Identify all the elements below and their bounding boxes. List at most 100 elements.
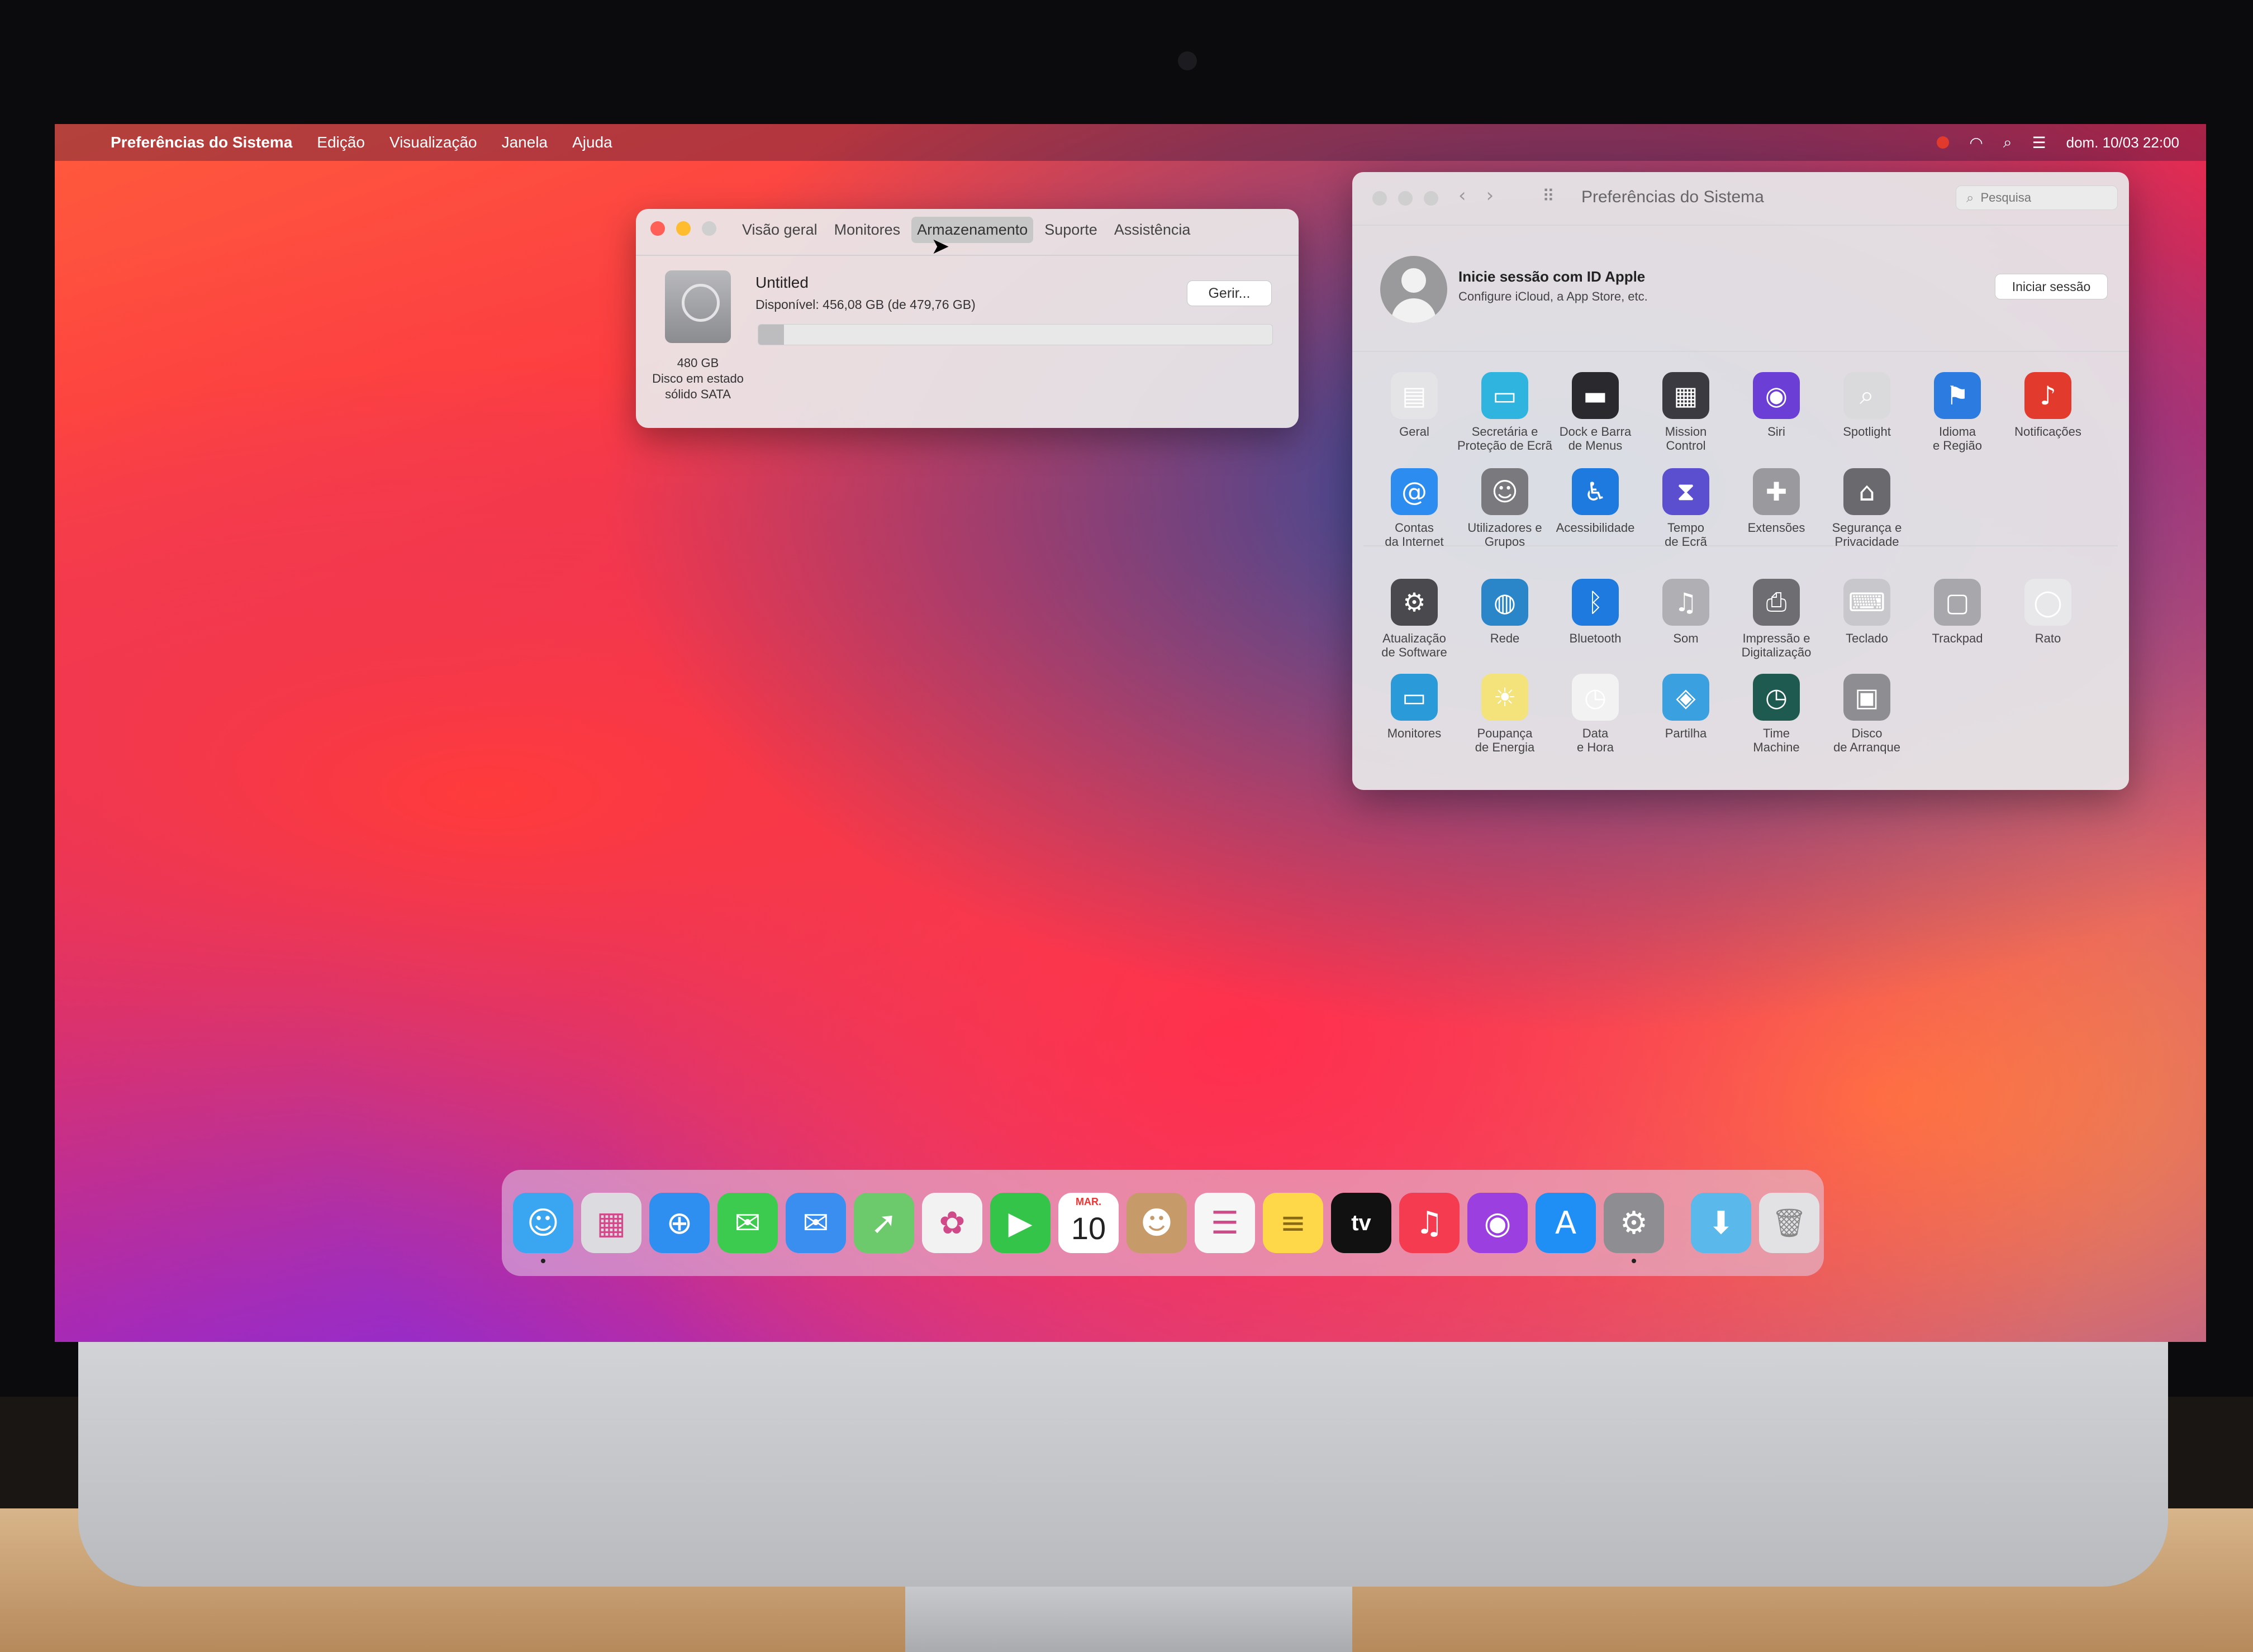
pane-sharing[interactable]: ◈ Partilha (1638, 674, 1733, 740)
pane-label: Acessibilidade (1556, 521, 1635, 535)
menu-help[interactable]: Ajuda (572, 134, 612, 151)
pane-accessibility[interactable]: ♿ Acessibilidade (1548, 468, 1643, 535)
pane-bluetooth[interactable]: ᛒ Bluetooth (1548, 579, 1643, 645)
pane-users-groups[interactable]: ☺ Utilizadores e Grupos (1457, 468, 1552, 549)
pane-dock-menubar[interactable]: ▬ Dock e Barra de Menus (1548, 372, 1643, 453)
tab-overview[interactable]: Visão geral (736, 217, 823, 243)
facetime-icon[interactable]: ▶ (990, 1193, 1051, 1253)
pane-security-privacy[interactable]: ⌂ Segurança e Privacidade (1819, 468, 1914, 549)
podcasts-icon[interactable]: ◉ (1467, 1193, 1528, 1253)
menu-view[interactable]: Visualização (389, 134, 477, 151)
apple-id-subtitle: Configure iCloud, a App Store, etc. (1458, 289, 1648, 303)
pane-mouse[interactable]: ◯ Rato (2000, 579, 2095, 645)
pane-notifications[interactable]: ♪ Notificações (2000, 372, 2095, 439)
finder-icon[interactable]: ☺ (513, 1193, 573, 1263)
pane-internet-accounts[interactable]: @ Contas da Internet (1367, 468, 1462, 549)
pane-label: Siri (1767, 425, 1785, 439)
system-preferences-icon[interactable]: ⚙ (1604, 1193, 1664, 1263)
tab-displays[interactable]: Monitores (829, 217, 906, 243)
show-all-grid-icon[interactable]: ⠿ (1542, 187, 1555, 206)
forward-chevron-icon[interactable]: › (1486, 184, 1494, 207)
launchpad-icon[interactable]: ▦ (581, 1193, 641, 1253)
pane-label: Tempo de Ecrã (1665, 521, 1707, 549)
minimize-button[interactable] (676, 221, 691, 236)
pane-keyboard[interactable]: ⌨ Teclado (1819, 579, 1914, 645)
photos-icon[interactable]: ✿ (922, 1193, 982, 1253)
pane-network[interactable]: ◍ Rede (1457, 579, 1552, 645)
close-button[interactable] (650, 221, 665, 236)
drive-type-line1: Disco em estado (652, 372, 744, 385)
pane-trackpad[interactable]: ▢ Trackpad (1910, 579, 2005, 645)
pane-label: Atualização de Software (1381, 631, 1447, 659)
downloads-folder-icon[interactable]: ⬇ (1691, 1193, 1751, 1253)
back-chevron-icon[interactable]: ‹ (1458, 184, 1466, 207)
search-field[interactable]: ⌕ (1956, 185, 2118, 210)
menu-edit[interactable]: Edição (317, 134, 365, 151)
sign-in-button[interactable]: Iniciar sessão (1995, 274, 2108, 299)
pane-energy-saver[interactable]: ☀ Poupança de Energia (1457, 674, 1552, 754)
keyboard-icon: ⌨ (1843, 579, 1890, 626)
safari-icon[interactable]: ⊕ (649, 1193, 710, 1253)
search-input[interactable] (1979, 190, 2094, 206)
pane-sound[interactable]: ♫ Som (1638, 579, 1733, 645)
app-menu-name[interactable]: Preferências do Sistema (111, 134, 292, 151)
pane-label: Poupança de Energia (1475, 726, 1535, 754)
zoom-button[interactable] (1424, 191, 1438, 206)
control-center-icon[interactable]: ☰ (2032, 134, 2046, 152)
mouse-icon: ◯ (2024, 579, 2071, 626)
menu-bar-status-area: ◠ ⌕ ☰ dom. 10/03 22:00 (1937, 124, 2179, 161)
messages-icon[interactable]: ✉ (717, 1193, 778, 1253)
zoom-button[interactable] (702, 221, 716, 236)
pane-mission-control[interactable]: ▦ Mission Control (1638, 372, 1733, 453)
maps-icon[interactable]: ➚ (854, 1193, 914, 1253)
app-store-icon[interactable]: A (1536, 1193, 1596, 1253)
printers-scanners-icon: ⎙ (1753, 579, 1800, 626)
pane-displays[interactable]: ▭ Monitores (1367, 674, 1462, 740)
pane-siri[interactable]: ◉ Siri (1729, 372, 1824, 439)
siri-icon: ◉ (1753, 372, 1800, 419)
divider (636, 255, 1299, 256)
pane-screen-time[interactable]: ⧗ Tempo de Ecrã (1638, 468, 1733, 549)
pane-desktop-screensaver[interactable]: ▭ Secretária e Proteção de Ecrã (1457, 372, 1552, 453)
mail-icon[interactable]: ✉ (786, 1193, 846, 1253)
calendar-month: MAR. (1076, 1196, 1101, 1207)
trash-icon[interactable]: 🗑 (1759, 1193, 1819, 1253)
pane-language-region[interactable]: ⚑ Idioma e Região (1910, 372, 2005, 453)
tab-service[interactable]: Assistência (1109, 217, 1196, 243)
security-privacy-icon: ⌂ (1843, 468, 1890, 515)
pane-general[interactable]: ▤ Geral (1367, 372, 1462, 439)
search-icon[interactable]: ⌕ (2003, 133, 2012, 152)
pane-label: Mission Control (1665, 425, 1707, 453)
minimize-button[interactable] (1398, 191, 1413, 206)
music-icon[interactable]: ♫ (1399, 1193, 1460, 1253)
pane-date-time[interactable]: ◷ Data e Hora (1548, 674, 1643, 754)
pane-software-update[interactable]: ⚙ Atualização de Software (1367, 579, 1462, 659)
reminders-icon[interactable]: ☰ (1195, 1193, 1255, 1253)
user-avatar-icon[interactable] (1380, 256, 1447, 323)
tab-storage[interactable]: Armazenamento (911, 217, 1034, 243)
menu-bar-clock[interactable]: dom. 10/03 22:00 (2066, 134, 2179, 151)
tab-support[interactable]: Suporte (1039, 217, 1103, 243)
recording-indicator-icon[interactable] (1937, 136, 1950, 149)
manage-button[interactable]: Gerir... (1187, 280, 1272, 306)
calendar-day: 10 (1071, 1210, 1106, 1246)
pane-printers-scanners[interactable]: ⎙ Impressão e Digitalização (1729, 579, 1824, 659)
apple-tv-icon[interactable]: tv (1331, 1193, 1391, 1253)
contacts-icon[interactable]: ☻ (1126, 1193, 1187, 1253)
language-region-icon: ⚑ (1934, 372, 1981, 419)
menu-window[interactable]: Janela (502, 134, 548, 151)
dock-stack: ⬇ 🗑 (1691, 1193, 1819, 1253)
pane-extensions[interactable]: ✚ Extensões (1729, 468, 1824, 535)
calendar-icon[interactable]: MAR. 10 (1058, 1193, 1119, 1253)
close-button[interactable] (1372, 191, 1387, 206)
pane-time-machine[interactable]: ◷ Time Machine (1729, 674, 1824, 754)
pane-label: Rato (2035, 631, 2061, 645)
energy-saver-icon: ☀ (1481, 674, 1528, 721)
users-groups-icon: ☺ (1481, 468, 1528, 515)
pane-spotlight[interactable]: ⌕ Spotlight (1819, 372, 1914, 439)
search-icon: ⌕ (1966, 190, 1974, 206)
notes-icon[interactable]: ≡ (1263, 1193, 1323, 1253)
internet-accounts-icon: @ (1391, 468, 1438, 515)
pane-startup-disk[interactable]: ▣ Disco de Arranque (1819, 674, 1914, 754)
wifi-icon[interactable]: ◠ (1969, 134, 1983, 152)
